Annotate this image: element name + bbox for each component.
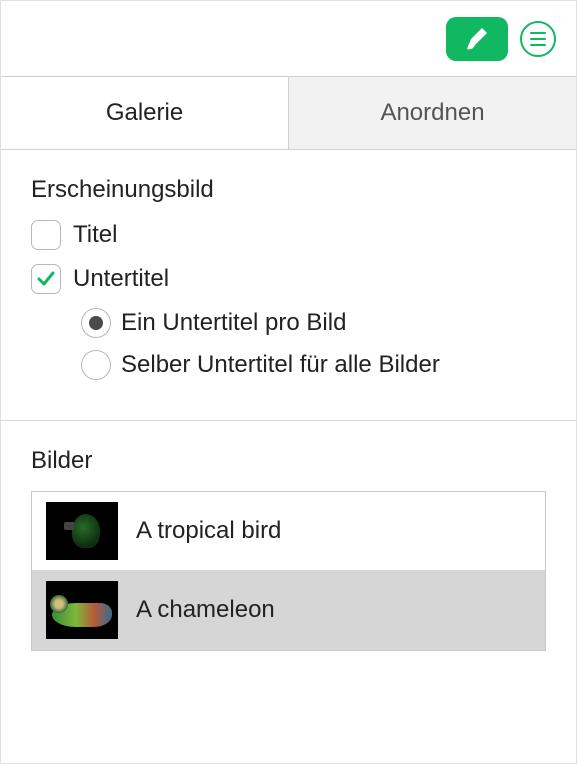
radio-shared-row: Selber Untertitel für alle Bilder bbox=[81, 350, 546, 380]
toolbar bbox=[1, 1, 576, 76]
format-button[interactable] bbox=[446, 17, 508, 61]
title-label: Titel bbox=[73, 221, 117, 249]
list-item-caption: A tropical bird bbox=[136, 517, 281, 545]
images-list: A tropical bird A chameleon bbox=[31, 491, 546, 651]
images-section: Bilder A tropical bird A chameleon bbox=[1, 421, 576, 669]
radio-per-image-row: Ein Untertitel pro Bild bbox=[81, 308, 546, 338]
radio-per-image[interactable] bbox=[81, 308, 111, 338]
radio-shared-label: Selber Untertitel für alle Bilder bbox=[121, 351, 440, 379]
paintbrush-icon bbox=[463, 25, 491, 53]
appearance-section: Erscheinungsbild Titel Untertitel Ein Un… bbox=[1, 150, 576, 410]
list-item-caption: A chameleon bbox=[136, 596, 275, 624]
radio-per-image-label: Ein Untertitel pro Bild bbox=[121, 309, 346, 337]
tab-arrange[interactable]: Anordnen bbox=[289, 77, 576, 149]
list-item[interactable]: A chameleon bbox=[32, 571, 545, 650]
thumbnail-chameleon bbox=[46, 581, 118, 639]
menu-line-icon bbox=[530, 38, 546, 40]
title-checkbox[interactable] bbox=[31, 220, 61, 250]
menu-line-icon bbox=[530, 32, 546, 34]
caption-row: Untertitel bbox=[31, 264, 546, 294]
document-menu-button[interactable] bbox=[520, 21, 556, 57]
inspector-tabs: Galerie Anordnen bbox=[1, 76, 576, 150]
thumbnail-bird bbox=[46, 502, 118, 560]
caption-label: Untertitel bbox=[73, 265, 169, 293]
caption-checkbox[interactable] bbox=[31, 264, 61, 294]
appearance-heading: Erscheinungsbild bbox=[31, 176, 546, 204]
caption-mode-group: Ein Untertitel pro Bild Selber Untertite… bbox=[31, 308, 546, 380]
menu-line-icon bbox=[530, 44, 546, 46]
tab-gallery[interactable]: Galerie bbox=[1, 77, 289, 149]
title-row: Titel bbox=[31, 220, 546, 250]
list-item[interactable]: A tropical bird bbox=[32, 492, 545, 571]
images-heading: Bilder bbox=[31, 447, 546, 475]
radio-shared[interactable] bbox=[81, 350, 111, 380]
